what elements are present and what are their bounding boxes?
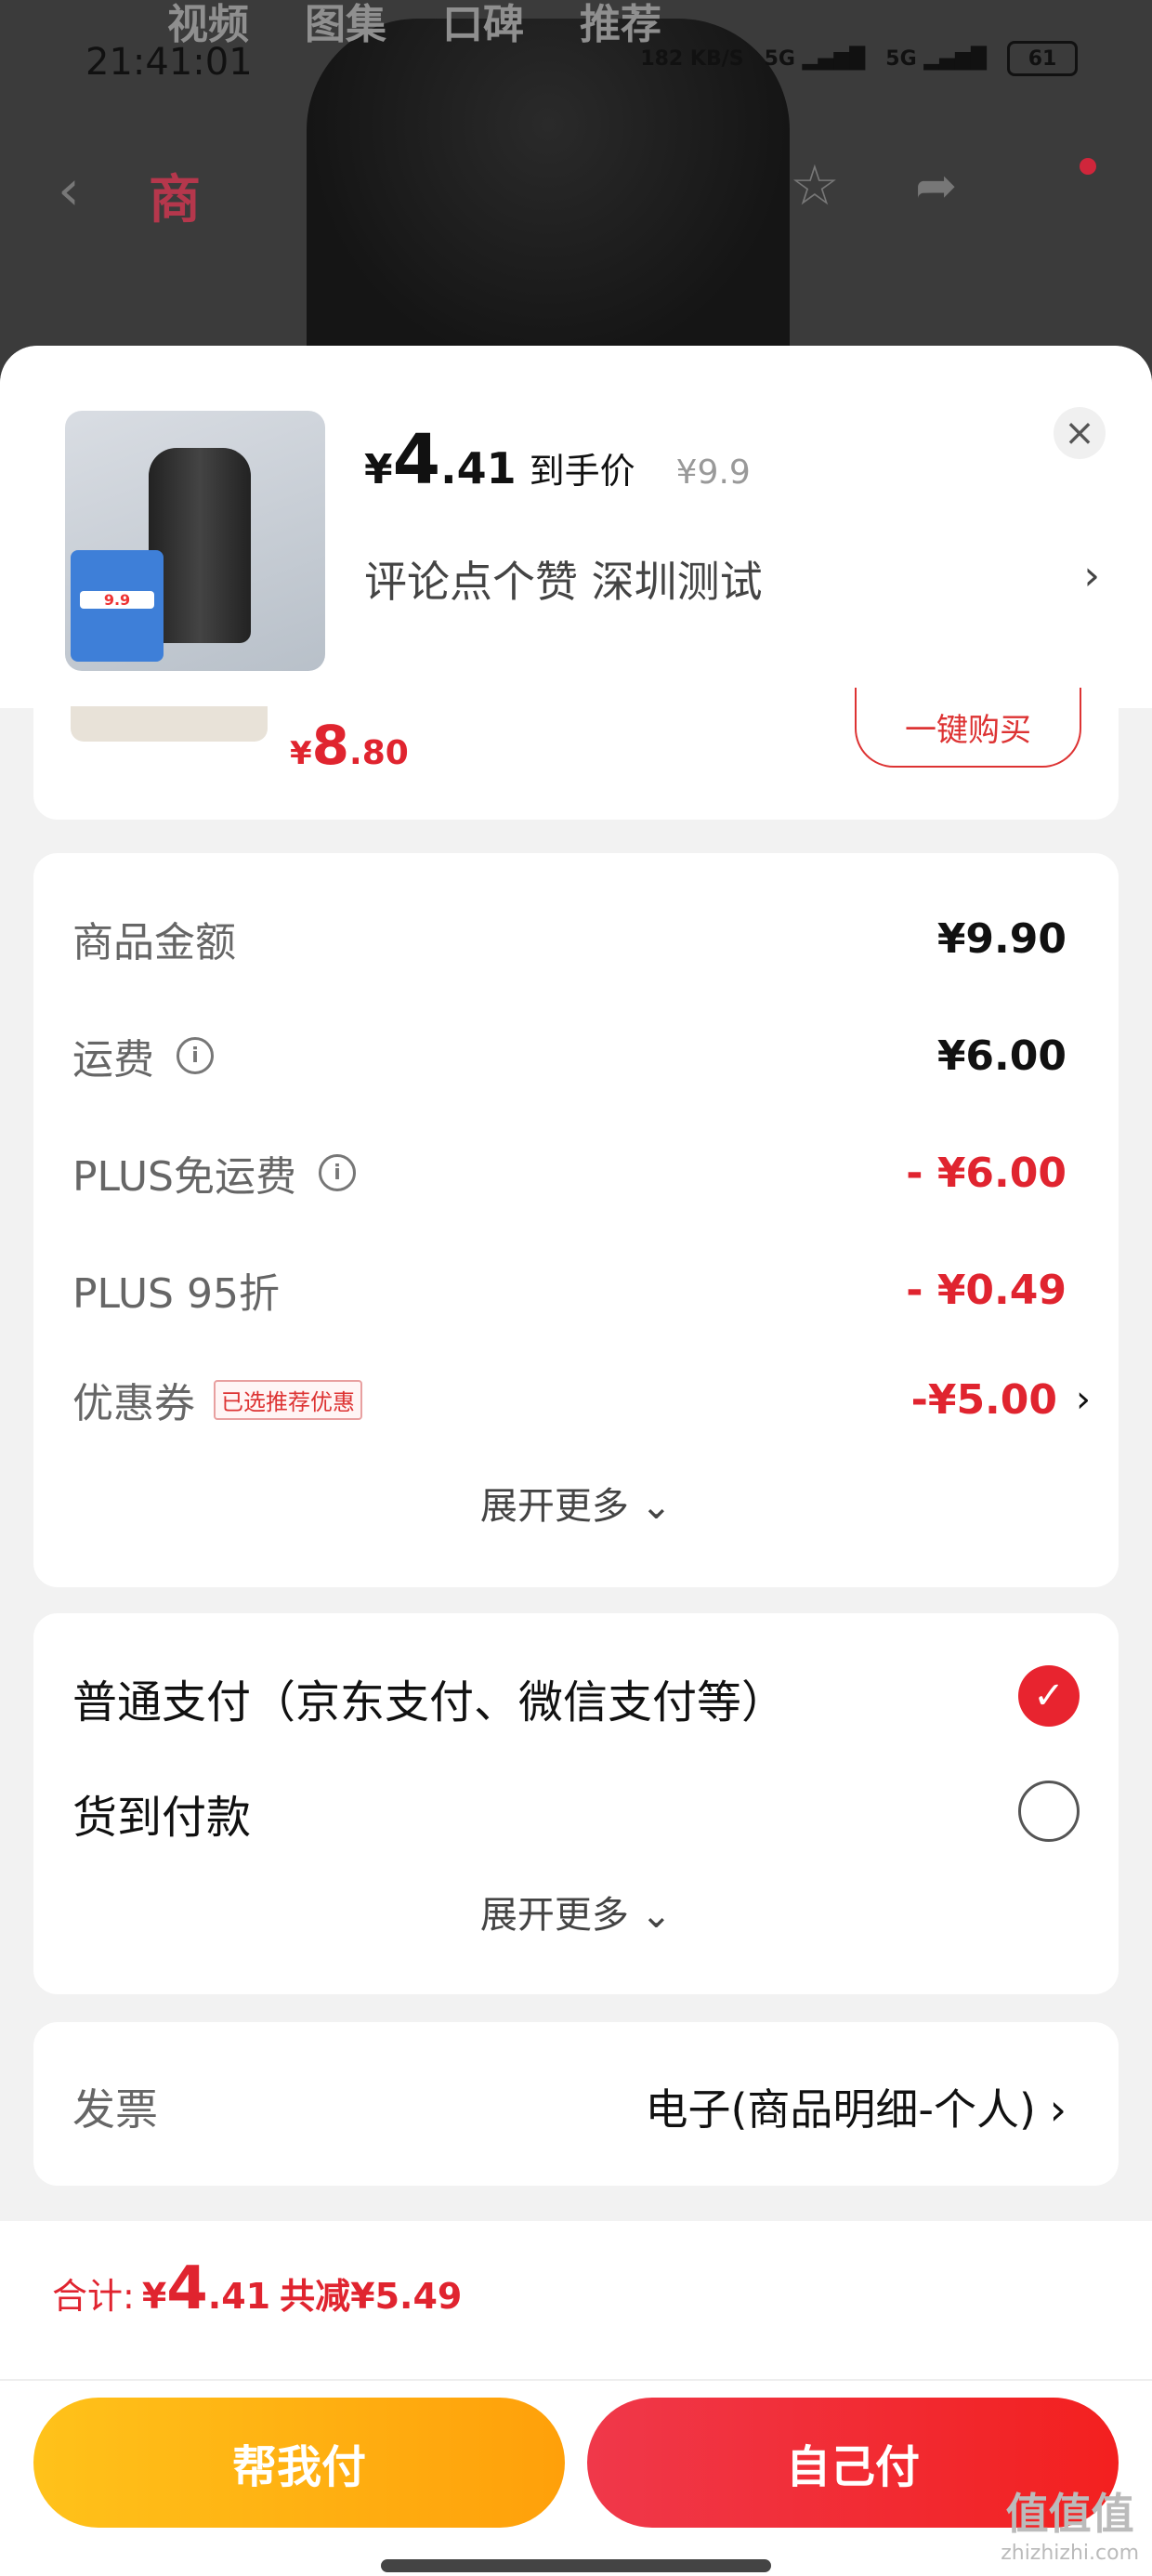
home-indicator[interactable]: [381, 2559, 771, 2572]
recommended-item-card: ¥ 8 .80 一键购买: [33, 688, 1119, 820]
order-total: 合计: ¥ 4 .41 共减¥5.49: [52, 2254, 462, 2323]
price-decimal: .41: [440, 443, 517, 493]
product-thumbnail[interactable]: 9.9: [65, 411, 325, 671]
watermark-url: zhizhizhi.com: [1001, 2542, 1139, 2565]
close-icon: ×: [1064, 412, 1095, 454]
checkout-footer: 合计: ¥ 4 .41 共减¥5.49 帮我付 自己付 值值值 zhizhizhi…: [0, 2221, 1152, 2576]
invoice-label: 发票: [72, 2084, 158, 2135]
recommended-item-price: ¥ 8 .80: [290, 714, 409, 777]
total-decimal: .41: [207, 2276, 271, 2317]
total-integer: 4: [166, 2254, 208, 2323]
divider: [0, 2379, 1152, 2381]
star-icon: ☆: [790, 153, 840, 218]
status-icons: 182 KB/S 5G ▂▄▆█ 5G ▂▄▆█ 61: [640, 41, 1078, 76]
watermark: 值值值 zhizhizhi.com: [1001, 2480, 1139, 2565]
radio-checked[interactable]: ✓: [1018, 1665, 1080, 1727]
check-icon: ✓: [1033, 1675, 1065, 1717]
background-product-page: 视频 图集 口碑 推荐 21:41:01 182 KB/S 5G ▂▄▆█ 5G…: [0, 0, 1152, 390]
price-label: 到手价: [529, 451, 635, 492]
price-integer: 8: [311, 714, 350, 777]
chevron-down-icon: ⌄: [640, 1485, 673, 1528]
signal-icon-2: 5G ▂▄▆█: [885, 46, 987, 71]
chevron-right-icon: ›: [1049, 2084, 1067, 2135]
promo-text[interactable]: 评论点个赞 深圳测试: [364, 548, 763, 610]
battery-icon: 61: [1007, 41, 1078, 76]
summary-value: -¥5.00: [910, 1375, 1057, 1424]
sheet-header: 9.9 ¥ 4 .41 到手价 ¥9.9 × 评论点个赞 深圳测试 ›: [0, 346, 1152, 708]
thumb-tag-price: 9.9: [80, 591, 154, 609]
chevron-right-icon[interactable]: ›: [1083, 552, 1100, 599]
summary-label: 优惠券: [72, 1380, 195, 1427]
summary-row: PLUS 95折 - ¥0.49: [72, 1260, 1067, 1320]
status-time: 21:41:01: [85, 41, 253, 84]
signal-icon: 5G ▂▄▆█: [764, 46, 866, 71]
notification-dot: [1080, 158, 1096, 175]
expand-more-label: 展开更多: [479, 1894, 629, 1937]
currency: ¥: [290, 735, 312, 772]
coupon-tag: 已选推荐优惠: [214, 1379, 362, 1420]
share-icon: ➦: [915, 156, 958, 215]
summary-value: ¥9.90: [936, 914, 1067, 963]
original-price: ¥9.9: [675, 453, 751, 492]
summary-label: 运费: [72, 1036, 154, 1084]
network-speed: 182 KB/S: [640, 46, 744, 71]
invoice-value-text: 电子(商品明细-个人): [645, 2084, 1036, 2135]
summary-label: PLUS 95折: [72, 1270, 280, 1318]
back-arrow-icon: ‹: [58, 158, 80, 223]
expand-more-button[interactable]: 展开更多 ⌄: [33, 1885, 1119, 1939]
info-icon[interactable]: i: [177, 1037, 214, 1074]
summary-row: 运费 i ¥6.00: [72, 1026, 1067, 1085]
tab-reviews: 口碑: [442, 1, 524, 48]
chevron-down-icon: ⌄: [640, 1894, 673, 1937]
summary-row: PLUS免运费 i - ¥6.00: [72, 1143, 1067, 1203]
background-nav-text: 商: [149, 170, 201, 230]
radio-unchecked[interactable]: [1018, 1781, 1080, 1842]
bottle-image: [149, 448, 251, 643]
total-label: 合计:: [52, 2276, 135, 2317]
final-price: ¥ 4 .41 到手价 ¥9.9: [364, 420, 751, 500]
close-button[interactable]: ×: [1054, 407, 1106, 459]
price-decimal: .80: [349, 734, 409, 772]
price-integer: 4: [392, 420, 441, 500]
one-click-buy-button[interactable]: 一键购买: [855, 688, 1081, 768]
expand-more-button[interactable]: 展开更多 ⌄: [33, 1476, 1119, 1530]
summary-label: 商品金额: [72, 919, 236, 966]
watermark-logo: 值值值: [1005, 2489, 1134, 2539]
price-currency: ¥: [364, 446, 393, 493]
summary-value: - ¥0.49: [906, 1266, 1067, 1314]
help-pay-button[interactable]: 帮我付: [33, 2398, 565, 2528]
invoice-value: 电子(商品明细-个人) ›: [645, 2076, 1067, 2137]
price-summary-card: 商品金额 ¥9.90 运费 i ¥6.00 PLUS免运费 i - ¥6.00 PL…: [33, 853, 1119, 1587]
summary-value: ¥6.00: [936, 1032, 1067, 1080]
invoice-row[interactable]: 发票 电子(商品明细-个人) ›: [33, 2022, 1119, 2186]
tab-gallery: 图集: [305, 1, 386, 48]
summary-value: - ¥6.00: [906, 1149, 1067, 1197]
payment-method-card: 普通支付（京东支付、微信支付等） ✓ 货到付款 展开更多 ⌄: [33, 1613, 1119, 1994]
payment-option-label[interactable]: 货到付款: [72, 1781, 251, 1846]
payment-option-label[interactable]: 普通支付（京东支付、微信支付等）: [72, 1665, 786, 1730]
thumb-promo-tag: 9.9: [71, 550, 164, 662]
total-currency: ¥: [141, 2276, 167, 2317]
info-icon[interactable]: i: [319, 1154, 356, 1191]
chevron-right-icon: ›: [1076, 1378, 1091, 1421]
checkout-sheet: 9.9 ¥ 4 .41 到手价 ¥9.9 × 评论点个赞 深圳测试 › ¥ 8 …: [0, 346, 1152, 2576]
total-saved: 共减¥5.49: [280, 2276, 463, 2317]
recommended-item-image: [71, 706, 268, 742]
expand-more-label: 展开更多: [479, 1485, 629, 1528]
summary-label: PLUS免运费: [72, 1153, 296, 1201]
summary-row: 商品金额 ¥9.90: [72, 909, 1067, 968]
coupon-row[interactable]: 优惠券 已选推荐优惠 -¥5.00 ›: [72, 1370, 1091, 1429]
